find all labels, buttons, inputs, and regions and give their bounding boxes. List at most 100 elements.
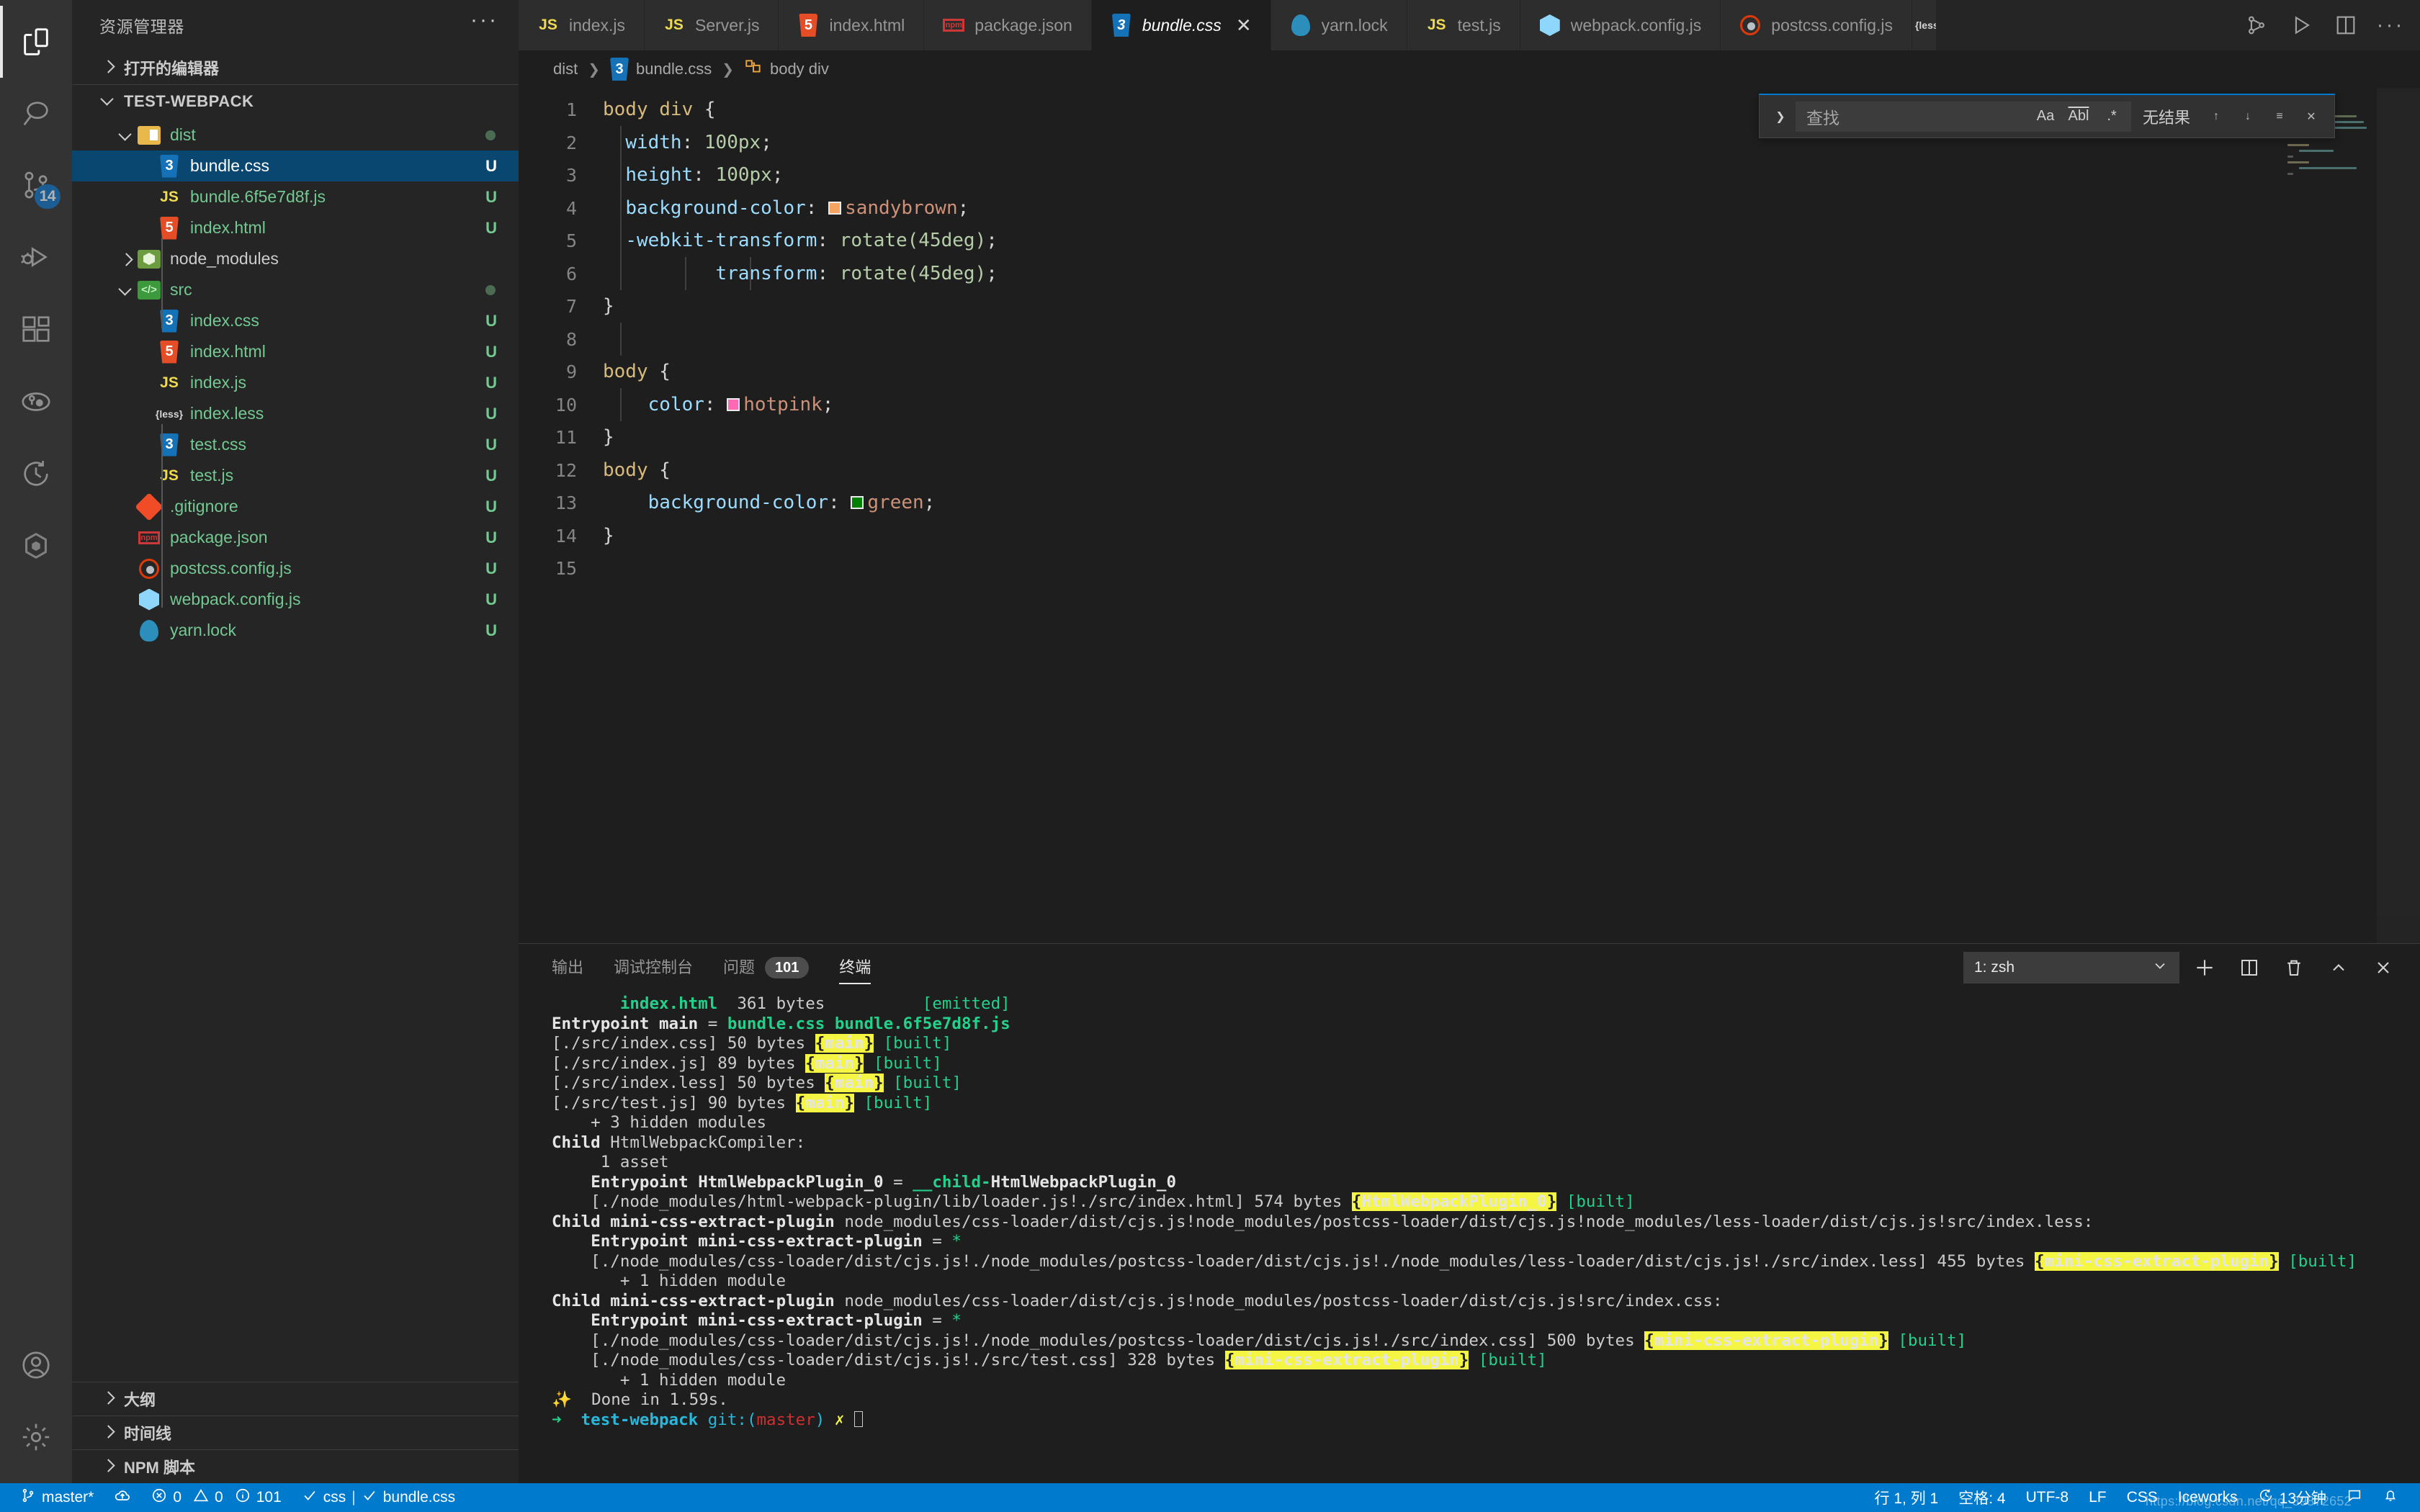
find-widget[interactable]: ❯ 查找 Aa Abl .* 无结果 ↑ ↓ ≡ ✕ <box>1759 94 2335 138</box>
status-language-mode[interactable]: CSS <box>2117 1483 2168 1512</box>
section-workspace-root[interactable]: TEST-WEBPACK <box>72 84 519 118</box>
terminal-output[interactable]: index.html 361 bytes [emitted] Entrypoint… <box>519 991 2420 1483</box>
find-next-icon[interactable]: ↓ <box>2233 102 2262 131</box>
activity-item-extensions[interactable] <box>0 294 72 366</box>
tree-item-webpack-config-js[interactable]: webpack.config.js U <box>72 584 519 615</box>
section-outline[interactable]: 大纲 <box>72 1382 519 1416</box>
section-open-editors[interactable]: 打开的编辑器 <box>72 50 519 84</box>
code-line[interactable] <box>594 552 2420 585</box>
kill-terminal-icon[interactable] <box>2275 948 2313 987</box>
editor-tab-index-html[interactable]: 5 index.html <box>779 0 925 50</box>
maximize-panel-icon[interactable] <box>2319 948 2358 987</box>
status-eol[interactable]: LF <box>2079 1483 2117 1512</box>
color-swatch[interactable] <box>727 397 740 411</box>
status-sync[interactable] <box>104 1483 141 1512</box>
editor-tab-package-json[interactable]: npm package.json <box>924 0 1092 50</box>
editor-tab-postcss-config-js[interactable]: postcss.config.js <box>1721 0 1913 50</box>
tree-item-node-modules[interactable]: node_modules <box>72 243 519 274</box>
color-swatch[interactable] <box>828 201 842 215</box>
editor-tab-webpack-config-js[interactable]: webpack.config.js <box>1520 0 1721 50</box>
editor-tab-yarn-lock[interactable]: yarn.lock <box>1270 0 1407 50</box>
editor-tab-bundle-css[interactable]: 3 bundle.css ✕ <box>1091 0 1271 50</box>
close-panel-icon[interactable] <box>2364 948 2403 987</box>
code-line[interactable]: background-color: sandybrown; <box>594 192 2420 225</box>
find-previous-icon[interactable]: ↑ <box>2202 102 2231 131</box>
code-line[interactable]: } <box>594 421 2420 454</box>
match-case-icon[interactable]: Aa <box>2033 104 2058 129</box>
breadcrumb-item-file[interactable]: 3 bundle.css <box>610 58 712 81</box>
toggle-replace-icon[interactable]: ❯ <box>1768 109 1793 124</box>
status-notifications[interactable] <box>2372 1483 2408 1512</box>
tree-item-dist[interactable]: dist <box>72 120 519 150</box>
tree-item-src[interactable]: </> src <box>72 274 519 305</box>
code-line[interactable]: color: hotpink; <box>594 389 2420 422</box>
code-line[interactable]: body { <box>594 356 2420 389</box>
activity-item-search[interactable] <box>0 78 72 150</box>
activity-item-timeline[interactable] <box>0 438 72 510</box>
find-close-icon[interactable]: ✕ <box>2297 102 2326 131</box>
activity-item-accounts[interactable] <box>0 1329 72 1401</box>
activity-item-run-and-debug[interactable] <box>0 222 72 294</box>
tree-item-test-css[interactable]: 3 test.css U <box>72 429 519 460</box>
status-iceworks[interactable]: Iceworks <box>2168 1483 2248 1512</box>
activity-item-settings[interactable] <box>0 1401 72 1473</box>
panel-tab-output[interactable]: 输出 <box>552 944 583 991</box>
code-line[interactable]: -webkit-transform: rotate(45deg); <box>594 225 2420 258</box>
editor-tab-index-less-partial[interactable]: {less} <box>1912 0 1937 50</box>
editor-tab-server-js[interactable]: JS Server.js <box>644 0 779 50</box>
tree-item-package-json[interactable]: npm package.json U <box>72 522 519 553</box>
activity-item-git-graph[interactable] <box>0 366 72 438</box>
breadcrumb-item-folder[interactable]: dist <box>553 60 578 78</box>
tree-item-bundle-css[interactable]: 3 bundle.css U <box>72 150 519 181</box>
editor-tab-index-js[interactable]: JS index.js <box>519 0 645 50</box>
chevron-down-icon[interactable] <box>117 281 135 300</box>
panel-tab-problems[interactable]: 问题 101 <box>723 944 810 991</box>
status-branch[interactable]: master* <box>10 1483 104 1512</box>
status-cursor-position[interactable]: 行 1, 列 1 <box>1865 1483 1949 1512</box>
more-actions-icon[interactable]: ··· <box>2368 0 2413 50</box>
tree-item-index-html[interactable]: 5 index.html U <box>72 212 519 243</box>
tree-item-bundle-6f5e7d8f-js[interactable]: JS bundle.6f5e7d8f.js U <box>72 181 519 212</box>
chevron-down-icon[interactable] <box>117 126 135 145</box>
run-file-icon[interactable] <box>2279 0 2323 50</box>
tree-item-index-css[interactable]: 3 index.css U <box>72 305 519 336</box>
panel-tab-debug-console[interactable]: 调试控制台 <box>614 944 693 991</box>
color-swatch[interactable] <box>851 496 864 509</box>
activity-item-iceworks[interactable] <box>0 510 72 582</box>
split-editor-icon[interactable] <box>2323 0 2368 50</box>
split-terminal-icon[interactable] <box>2230 948 2269 987</box>
status-problems[interactable]: 0 0 101 <box>141 1483 291 1512</box>
code-line[interactable]: transform: rotate(45deg); <box>594 258 2420 291</box>
code-line[interactable] <box>594 323 2420 356</box>
code-content[interactable]: body div { width: 100px; height: 100px; … <box>594 88 2420 943</box>
status-time-tracker[interactable]: 13分钟 <box>2248 1483 2336 1512</box>
tree-item-index-html[interactable]: 5 index.html U <box>72 336 519 367</box>
status-indentation[interactable]: 空格: 4 <box>1948 1483 2015 1512</box>
tree-item-postcss-config-js[interactable]: postcss.config.js U <box>72 553 519 584</box>
tree-item-index-less[interactable]: {less} index.less U <box>72 398 519 429</box>
activity-item-explorer[interactable] <box>0 6 72 78</box>
tree-item-index-js[interactable]: JS index.js U <box>72 367 519 398</box>
minimap-slider[interactable] <box>2377 88 2420 943</box>
status-feedback[interactable] <box>2336 1483 2372 1512</box>
terminal-selector[interactable]: 1: zsh <box>1963 952 2179 984</box>
section-timeline[interactable]: 时间线 <box>72 1416 519 1449</box>
code-editor[interactable]: 1 2 3 4 5 6 7 8 9 10 11 12 13 14 15 body div { width: … <box>519 88 2420 943</box>
split-in-group-icon[interactable] <box>2234 0 2279 50</box>
find-input[interactable]: 查找 Aa Abl .* <box>1796 101 2131 132</box>
code-line[interactable]: } <box>594 290 2420 323</box>
code-line[interactable]: } <box>594 520 2420 553</box>
find-in-selection-icon[interactable]: ≡ <box>2265 102 2294 131</box>
editor-tab-test-js[interactable]: JS test.js <box>1407 0 1520 50</box>
panel-tab-terminal[interactable]: 终端 <box>839 944 871 991</box>
code-line[interactable]: height: 100px; <box>594 159 2420 192</box>
activity-item-source-control[interactable]: 14 <box>0 150 72 222</box>
status-eslint-language[interactable]: css | bundle.css <box>292 1483 465 1512</box>
status-encoding[interactable]: UTF-8 <box>2016 1483 2079 1512</box>
tree-item-yarn-lock[interactable]: yarn.lock U <box>72 615 519 646</box>
tree-item--gitignore[interactable]: .gitignore U <box>72 491 519 522</box>
code-line[interactable]: body { <box>594 454 2420 487</box>
sidebar-more-actions-icon[interactable]: ··· <box>470 9 498 34</box>
new-terminal-icon[interactable] <box>2185 948 2224 987</box>
regex-icon[interactable]: .* <box>2099 104 2125 129</box>
